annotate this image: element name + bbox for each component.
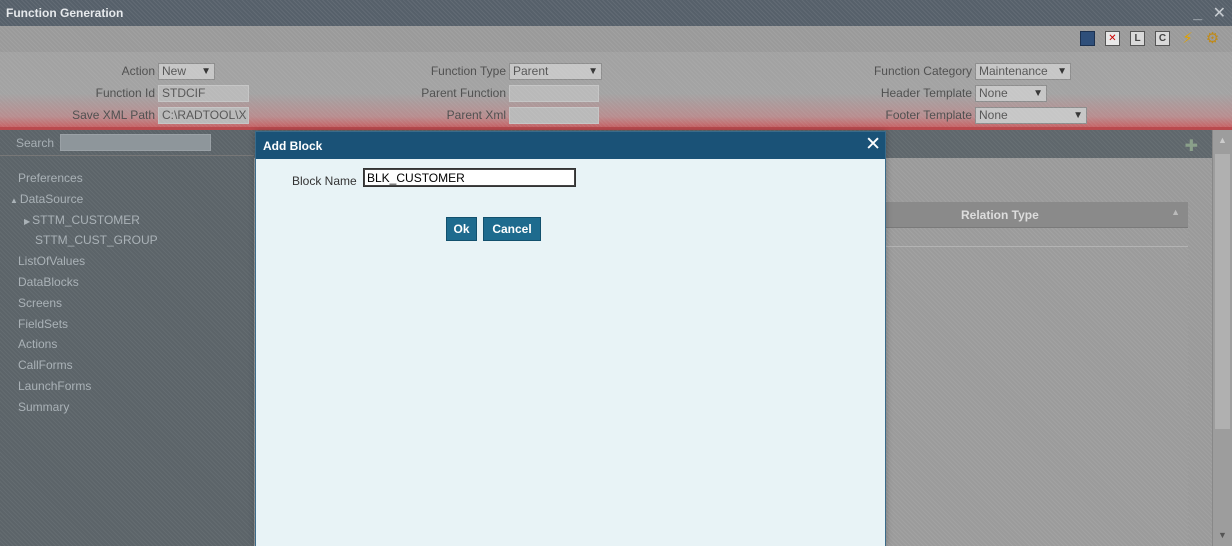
footer-template-row: Footer Template None ▼	[0, 106, 1087, 124]
delete-icon[interactable]: ✕	[1105, 31, 1120, 46]
function-category-value: Maintenance	[979, 63, 1048, 78]
C-icon[interactable]: C	[1155, 31, 1170, 46]
grid-row-divider	[885, 246, 1188, 247]
sidebar-item-datablocks[interactable]: DataBlocks	[0, 272, 254, 293]
footer-template-label: Footer Template	[885, 108, 973, 122]
function-category-select[interactable]: Maintenance ▼	[975, 62, 1071, 80]
sidebar-item-label: DataSource	[19, 191, 84, 206]
add-block-dialog: Add Block ✕ Block Name Ok Cancel	[255, 131, 886, 546]
function-category-label: Function Category	[873, 64, 972, 78]
L-icon[interactable]: L	[1130, 31, 1145, 46]
sidebar-item-listofvalues[interactable]: ListOfValues	[0, 251, 254, 272]
column-header-relation-type[interactable]: Relation Type	[961, 208, 1039, 222]
sidebar-item-sttm-customer[interactable]: ▶ STTM_CUSTOMER	[0, 210, 254, 231]
header-template-label: Header Template	[880, 86, 972, 100]
grid-header: Relation Type ▲	[885, 202, 1188, 228]
scroll-up-icon[interactable]: ▲	[1218, 135, 1227, 145]
sidebar-item-datasource[interactable]: ▲ DataSource	[0, 189, 254, 210]
sidebar-item-actions[interactable]: Actions	[0, 334, 254, 355]
minimize-button[interactable]: _	[1193, 5, 1202, 22]
close-window-button[interactable]: ✕	[1213, 5, 1226, 22]
toolbar: ✕ L C ⚡ ⚙	[0, 26, 1232, 52]
sidebar-item-fieldsets[interactable]: FieldSets	[0, 314, 254, 335]
caret-collapsed-icon: ▶	[24, 216, 31, 226]
block-name-label: Block Name	[292, 174, 357, 188]
ok-button[interactable]: Ok	[446, 217, 477, 241]
deploy-icon[interactable]: ⚙	[1205, 31, 1220, 46]
sidebar-item-launchforms[interactable]: LaunchForms	[0, 376, 254, 397]
chevron-down-icon: ▼	[1057, 65, 1067, 77]
sidebar-tree: Preferences ▲ DataSource ▶ STTM_CUSTOMER S…	[0, 168, 254, 418]
sidebar-item-sttm-cust-group[interactable]: STTM_CUST_GROUP	[0, 230, 254, 251]
cancel-button[interactable]: Cancel	[483, 217, 541, 241]
sidebar-item-summary[interactable]: Summary	[0, 397, 254, 418]
dialog-title: Add Block	[263, 139, 323, 153]
sidebar-item-preferences[interactable]: Preferences	[0, 168, 254, 189]
sidebar: Search Preferences ▲ DataSource ▶ STTM_CUS…	[0, 130, 254, 546]
close-icon[interactable]: ✕	[865, 135, 881, 154]
sidebar-item-screens[interactable]: Screens	[0, 293, 254, 314]
sort-icon[interactable]: ▲	[1171, 207, 1180, 217]
vertical-scrollbar[interactable]: ▲ ▼	[1212, 130, 1232, 546]
dialog-titlebar: Add Block ✕	[256, 132, 885, 159]
scrollbar-thumb[interactable]	[1215, 154, 1230, 429]
scroll-down-icon[interactable]: ▼	[1218, 530, 1227, 540]
function-header-form: Action New ▼ Function Id STDCIF Save XML…	[0, 52, 1232, 128]
chevron-down-icon: ▼	[1033, 87, 1043, 99]
save-icon[interactable]	[1080, 31, 1095, 46]
chevron-down-icon: ▼	[1073, 109, 1083, 121]
search-input[interactable]	[60, 134, 211, 151]
add-row-icon[interactable]: ✚	[1185, 136, 1198, 156]
window-controls: _ ✕	[1187, 3, 1226, 23]
footer-template-value: None	[979, 107, 1008, 122]
window-title: Function Generation	[6, 6, 124, 20]
function-category-row: Function Category Maintenance ▼	[0, 62, 1071, 80]
sidebar-search-row: Search	[0, 130, 254, 156]
caret-expanded-icon: ▲	[10, 195, 18, 205]
window-titlebar: Function Generation _ ✕	[0, 0, 1232, 26]
sidebar-item-label: STTM_CUSTOMER	[32, 212, 140, 227]
block-name-input[interactable]	[363, 168, 576, 187]
grid-body	[885, 228, 1188, 546]
search-label: Search	[16, 136, 55, 150]
sidebar-item-callforms[interactable]: CallForms	[0, 355, 254, 376]
footer-template-select[interactable]: None ▼	[975, 106, 1087, 124]
header-template-value: None	[979, 85, 1008, 100]
lightning-icon[interactable]: ⚡	[1180, 31, 1195, 46]
header-template-row: Header Template None ▼	[0, 84, 1047, 102]
toolbar-icons: ✕ L C ⚡ ⚙	[1080, 31, 1220, 46]
header-template-select[interactable]: None ▼	[975, 84, 1047, 102]
